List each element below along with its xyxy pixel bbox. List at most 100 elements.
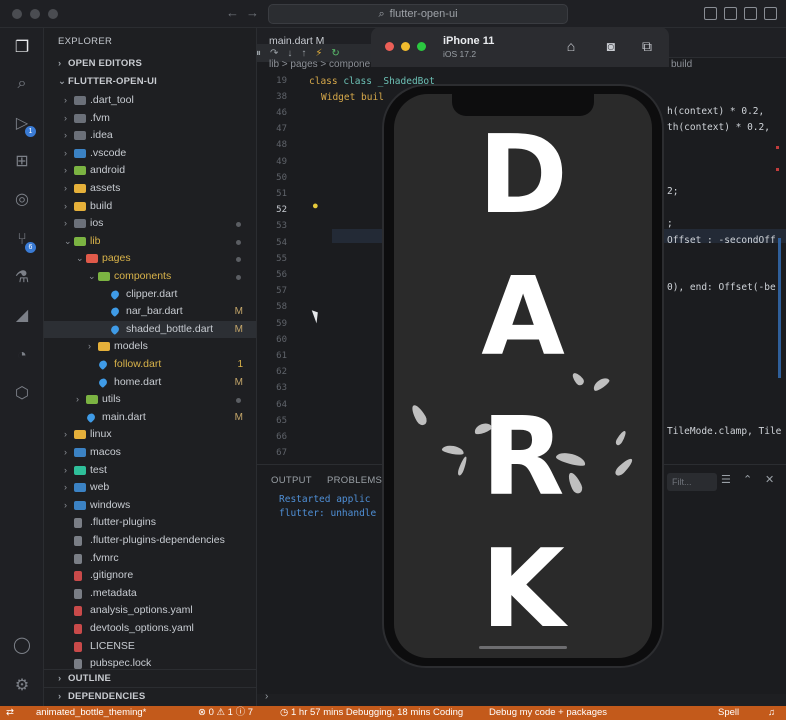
file-item[interactable]: clipper.dart (44, 286, 256, 304)
file-item[interactable]: devtools_options.yaml (44, 620, 256, 638)
folder-item[interactable]: › android (44, 162, 256, 180)
folder-icon (74, 131, 86, 141)
activity-bar: ❐ ⌕ ▷ 1 ⊞ ◎ ⑂ 6 ⚗ ◢ ◔ ⬡ ◯ ⚙ (0, 28, 44, 706)
folder-item[interactable]: › ios (44, 215, 256, 233)
rotate-icon[interactable]: ⧉ (639, 38, 655, 54)
explorer-icon[interactable]: ❐ (12, 38, 32, 58)
file-item[interactable]: main.dart M (44, 409, 256, 427)
file-item[interactable]: .flutter-plugins (44, 514, 256, 532)
window-close-button[interactable] (12, 9, 22, 19)
step-over-icon[interactable]: ↷ (270, 48, 278, 59)
folder-item[interactable]: › .fvm (44, 110, 256, 128)
line-number: 67 (276, 448, 287, 459)
folder-item[interactable]: › .dart_tool (44, 92, 256, 110)
debug-time[interactable]: 1 hr 57 mins Debugging, 18 mins Coding (291, 706, 463, 720)
open-editors-label: OPEN EDITORS (68, 58, 143, 69)
file-item[interactable]: nar_bar.dart M (44, 303, 256, 321)
folder-item[interactable]: › test (44, 462, 256, 480)
folder-item[interactable]: › assets (44, 180, 256, 198)
line-number: 58 (276, 302, 287, 313)
file-item[interactable]: LICENSE (44, 638, 256, 656)
home-icon[interactable]: ⌂ (563, 38, 579, 54)
folder-item[interactable]: › .vscode (44, 145, 256, 163)
notifications-icon[interactable]: ♫ (768, 706, 775, 720)
chevron-right-icon[interactable]: › (265, 691, 268, 702)
debug-mode[interactable]: Debug my code + packages (489, 706, 607, 720)
folder-item[interactable]: › .idea (44, 127, 256, 145)
breadcrumb-symbol[interactable]: build (671, 59, 692, 70)
step-into-icon[interactable]: ↓ (287, 48, 292, 59)
folder-item[interactable]: › web (44, 479, 256, 497)
file-item[interactable]: .metadata (44, 585, 256, 603)
pause-icon[interactable]: ⏸ (257, 48, 261, 59)
window-minimize-button[interactable] (30, 9, 40, 19)
remote-indicator-icon[interactable]: ⇄ (6, 706, 14, 720)
restart-icon[interactable]: ↻ (331, 48, 339, 59)
list-icon[interactable]: ☰ (721, 473, 731, 486)
toggle-secondary-sidebar-icon[interactable] (744, 7, 757, 20)
sim-zoom-button[interactable] (417, 42, 426, 51)
tab-problems[interactable]: PROBLEMS (327, 475, 382, 486)
file-item[interactable]: analysis_options.yaml (44, 602, 256, 620)
folder-item[interactable]: ⌄ components (44, 268, 256, 286)
code-fragment: Offset : -secondOff (667, 235, 776, 246)
open-editors-section[interactable]: › OPEN EDITORS (44, 55, 256, 73)
account-icon[interactable]: ◯ (12, 636, 32, 656)
remote-explorer-icon[interactable]: ◎ (12, 190, 32, 210)
spell-check[interactable]: Spell (718, 706, 739, 720)
toggle-sidebar-icon[interactable] (704, 7, 717, 20)
sim-minimize-button[interactable] (401, 42, 410, 51)
folder-item[interactable]: ⌄ pages (44, 250, 256, 268)
back-arrow-icon[interactable]: ← (226, 5, 239, 20)
screenshot-icon[interactable]: ◙ (603, 38, 619, 54)
file-icon (74, 571, 82, 582)
forward-arrow-icon[interactable]: → (246, 5, 259, 20)
file-item[interactable]: home.dart M (44, 374, 256, 392)
window-zoom-button[interactable] (48, 9, 58, 19)
toggle-panel-icon[interactable] (724, 7, 737, 20)
phone-screen[interactable]: D A R K (394, 94, 652, 658)
close-icon[interactable]: ✕ (765, 473, 774, 486)
project-section[interactable]: ⌄ FLUTTER-OPEN-UI (44, 73, 256, 91)
search-icon[interactable]: ⌕ (12, 74, 32, 94)
customize-layout-icon[interactable] (764, 7, 777, 20)
chevron-right-icon: › (64, 482, 67, 493)
sim-close-button[interactable] (385, 42, 394, 51)
output-filter-input[interactable]: Filt... (667, 473, 717, 491)
folder-item[interactable]: › macos (44, 444, 256, 462)
testing-icon[interactable]: ⚗ (12, 268, 32, 288)
editor-scrollbar[interactable] (778, 238, 781, 378)
run-debug-icon[interactable]: ▷ 1 (12, 114, 36, 137)
tab-output[interactable]: OUTPUT (271, 475, 312, 486)
file-item[interactable]: shaded_bottle.dart M (44, 320, 256, 339)
folder-item[interactable]: › models (44, 338, 256, 356)
home-indicator[interactable] (479, 646, 567, 649)
folder-item[interactable]: › utils (44, 391, 256, 409)
folder-item[interactable]: › windows (44, 497, 256, 515)
file-item[interactable]: .gitignore (44, 567, 256, 585)
settings-gear-icon[interactable]: ⚙ (12, 676, 32, 696)
folder-item[interactable]: › build (44, 198, 256, 216)
folder-item[interactable]: ⌄ lib (44, 233, 256, 251)
source-control-icon[interactable]: ⑂ 6 (12, 230, 36, 253)
step-out-icon[interactable]: ↑ (301, 48, 306, 59)
flutter-icon[interactable]: ◢ (12, 306, 32, 326)
command-center-search[interactable]: ⌕ flutter-open-ui (268, 4, 568, 24)
dependencies-section[interactable]: › DEPENDENCIES (44, 687, 256, 705)
file-item[interactable]: .flutter-plugins-dependencies (44, 532, 256, 550)
lightbulb-icon[interactable]: ● (312, 200, 319, 212)
chevron-up-icon[interactable]: ⌃ (743, 473, 752, 486)
file-item[interactable]: .fvmrc (44, 550, 256, 568)
database-icon[interactable]: ⬡ (12, 384, 32, 404)
folder-item[interactable]: › linux (44, 426, 256, 444)
file-item[interactable]: follow.dart 1 (44, 356, 256, 374)
problems-count[interactable]: ⊗ 0 ⚠ 1 ⓘ 7 (198, 706, 253, 720)
hot-reload-icon[interactable]: ⚡ (315, 48, 322, 59)
line-number: 56 (276, 270, 287, 280)
extensions-icon[interactable]: ⊞ (12, 152, 32, 172)
breadcrumb[interactable]: lib > pages > compone (269, 59, 370, 70)
git-graph-icon[interactable]: ◔ (12, 346, 32, 366)
outline-section[interactable]: › OUTLINE (44, 669, 256, 687)
folder-icon (98, 272, 110, 281)
git-branch[interactable]: animated_bottle_theming* (36, 706, 146, 720)
